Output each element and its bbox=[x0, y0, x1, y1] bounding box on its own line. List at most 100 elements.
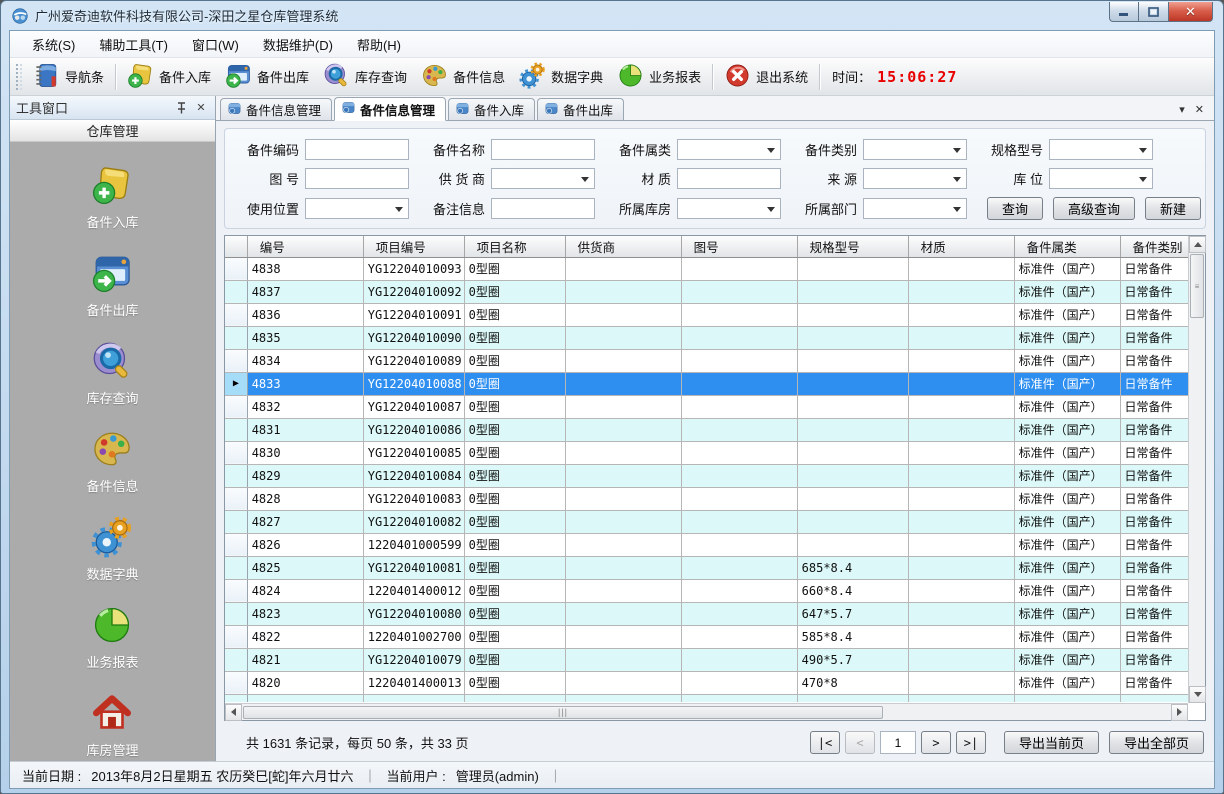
menu-item-5[interactable]: 帮助(H) bbox=[345, 31, 413, 58]
table-row[interactable]: 4835YG122040100900型圈标准件（国产）日常备件M bbox=[225, 326, 1188, 349]
field-combo[interactable] bbox=[677, 198, 781, 219]
sidebar-item-stock-query[interactable]: 库存查询 bbox=[86, 340, 138, 407]
field-combo[interactable] bbox=[1049, 168, 1153, 189]
column-header[interactable]: 图号 bbox=[681, 236, 797, 257]
table-row[interactable]: 4825YG122040100810型圈685*8.4标准件（国产）日常备件PC bbox=[225, 556, 1188, 579]
toolbar-button-report[interactable]: 业务报表 bbox=[610, 59, 708, 95]
row-selector[interactable]: ▶ bbox=[225, 372, 247, 395]
row-selector[interactable] bbox=[225, 464, 247, 487]
minimize-button[interactable] bbox=[1109, 2, 1139, 22]
horizontal-scrollbar[interactable]: ||| bbox=[225, 703, 1188, 720]
column-header[interactable]: 项目编号 bbox=[363, 236, 464, 257]
field-combo[interactable] bbox=[491, 168, 595, 189]
row-selector[interactable] bbox=[225, 257, 247, 280]
row-selector[interactable] bbox=[225, 326, 247, 349]
field-combo[interactable] bbox=[863, 168, 967, 189]
column-header[interactable]: 项目名称 bbox=[464, 236, 565, 257]
table-row[interactable]: 4834YG122040100890型圈标准件（国产）日常备件M bbox=[225, 349, 1188, 372]
row-selector[interactable] bbox=[225, 625, 247, 648]
row-selector[interactable] bbox=[225, 602, 247, 625]
row-selector[interactable] bbox=[225, 648, 247, 671]
row-selector[interactable] bbox=[225, 510, 247, 533]
row-selector[interactable] bbox=[225, 533, 247, 556]
row-selector[interactable] bbox=[225, 418, 247, 441]
tab-1[interactable]: 备件信息管理 bbox=[220, 98, 332, 120]
table-row[interactable]: 4838YG122040100930型圈标准件（国产）日常备件M bbox=[225, 257, 1188, 280]
field-combo[interactable] bbox=[863, 139, 967, 160]
column-header[interactable]: 备件属类 bbox=[1014, 236, 1120, 257]
table-row[interactable]: 4830YG122040100850型圈标准件（国产）日常备件M bbox=[225, 441, 1188, 464]
export-all-pages-button[interactable]: 导出全部页 bbox=[1109, 731, 1204, 754]
vertical-scrollbar[interactable]: ≡ bbox=[1188, 236, 1205, 703]
toolbar-button-parts-in[interactable]: 备件入库 bbox=[120, 59, 218, 95]
vertical-scroll-thumb[interactable]: ≡ bbox=[1190, 254, 1204, 318]
row-selector[interactable] bbox=[225, 487, 247, 510]
menu-item-2[interactable]: 辅助工具(T) bbox=[87, 31, 180, 58]
column-header[interactable]: 编号 bbox=[247, 236, 363, 257]
row-selector[interactable] bbox=[225, 579, 247, 602]
row-selector[interactable] bbox=[225, 303, 247, 326]
pin-icon[interactable] bbox=[173, 100, 189, 116]
scroll-up-icon[interactable] bbox=[1189, 236, 1206, 253]
toolbar-grip[interactable] bbox=[16, 64, 22, 90]
tab-list-dropdown-icon[interactable]: ▾ bbox=[1179, 103, 1185, 116]
table-row[interactable]: 4821YG122040100790型圈490*5.7标准件（国产）日常备件PC bbox=[225, 648, 1188, 671]
row-selector[interactable] bbox=[225, 671, 247, 694]
tab-close-icon[interactable]: ✕ bbox=[1195, 103, 1204, 116]
toolbar-button-exit[interactable]: 退出系统 bbox=[717, 59, 815, 95]
field-input[interactable] bbox=[305, 139, 409, 160]
query-button[interactable]: 查询 bbox=[987, 197, 1043, 220]
menu-item-1[interactable]: 系统(S) bbox=[20, 31, 87, 58]
field-combo[interactable] bbox=[677, 139, 781, 160]
table-row[interactable]: 482012204014000130型圈470*8标准件（国产）日常备件PC bbox=[225, 671, 1188, 694]
table-row[interactable]: 482612204010005990型圈标准件（国产）日常备件M bbox=[225, 533, 1188, 556]
field-combo[interactable] bbox=[1049, 139, 1153, 160]
tab-3[interactable]: 备件入库 bbox=[448, 98, 535, 120]
toolbar-button-data-dict[interactable]: 数据字典 bbox=[512, 59, 610, 95]
toolbar-button-parts-info[interactable]: 备件信息 bbox=[414, 59, 512, 95]
tab-4[interactable]: 备件出库 bbox=[537, 98, 624, 120]
column-header[interactable]: 备件类别 bbox=[1120, 236, 1188, 257]
table-row[interactable]: 4836YG122040100910型圈标准件（国产）日常备件M bbox=[225, 303, 1188, 326]
field-input[interactable] bbox=[677, 168, 781, 189]
last-page-button[interactable]: >| bbox=[956, 731, 986, 754]
next-page-button[interactable]: > bbox=[921, 731, 951, 754]
first-page-button[interactable]: |< bbox=[810, 731, 840, 754]
table-row[interactable]: 482212204010027000型圈585*8.4标准件（国产）日常备件PC bbox=[225, 625, 1188, 648]
column-header[interactable]: 材质 bbox=[908, 236, 1014, 257]
sidebar-item-warehouse[interactable]: 库房管理 bbox=[86, 692, 138, 759]
sidebar-item-data-dict[interactable]: 数据字典 bbox=[86, 516, 138, 583]
row-selector[interactable] bbox=[225, 280, 247, 303]
field-combo[interactable] bbox=[305, 198, 409, 219]
field-input[interactable] bbox=[491, 139, 595, 160]
horizontal-scroll-thumb[interactable]: ||| bbox=[243, 706, 883, 719]
new-button[interactable]: 新建 bbox=[1145, 197, 1201, 220]
row-selector[interactable] bbox=[225, 556, 247, 579]
table-row[interactable]: 4837YG122040100920型圈标准件（国产）日常备件M bbox=[225, 280, 1188, 303]
table-row[interactable]: 4823YG122040100800型圈647*5.7标准件（国产）日常备件PC bbox=[225, 602, 1188, 625]
table-row[interactable]: 4829YG122040100840型圈标准件（国产）日常备件M bbox=[225, 464, 1188, 487]
row-selector[interactable] bbox=[225, 395, 247, 418]
toolbar-button-parts-out[interactable]: 备件出库 bbox=[218, 59, 316, 95]
column-header[interactable]: 规格型号 bbox=[797, 236, 908, 257]
advanced-query-button[interactable]: 高级查询 bbox=[1053, 197, 1135, 220]
column-header[interactable]: 供货商 bbox=[565, 236, 681, 257]
scroll-left-icon[interactable] bbox=[225, 704, 242, 721]
table-row[interactable]: 4828YG122040100830型圈标准件（国产）日常备件M bbox=[225, 487, 1188, 510]
export-current-page-button[interactable]: 导出当前页 bbox=[1004, 731, 1099, 754]
scroll-right-icon[interactable] bbox=[1171, 704, 1188, 721]
toolbar-button-stock-query[interactable]: 库存查询 bbox=[316, 59, 414, 95]
prev-page-button[interactable]: < bbox=[845, 731, 875, 754]
sidebar-item-parts-info[interactable]: 备件信息 bbox=[86, 428, 138, 495]
table-row[interactable]: 4831YG122040100860型圈标准件（国产）日常备件M bbox=[225, 418, 1188, 441]
scroll-down-icon[interactable] bbox=[1189, 686, 1206, 703]
row-selector[interactable] bbox=[225, 441, 247, 464]
restore-button[interactable] bbox=[1139, 2, 1169, 22]
sidebar-item-report[interactable]: 业务报表 bbox=[86, 604, 138, 671]
sidebar-item-parts-out[interactable]: 备件出库 bbox=[86, 252, 138, 319]
field-input[interactable] bbox=[491, 198, 595, 219]
menu-item-3[interactable]: 窗口(W) bbox=[180, 31, 251, 58]
table-row[interactable]: 4832YG122040100870型圈标准件（国产）日常备件M bbox=[225, 395, 1188, 418]
tab-2[interactable]: 备件信息管理 bbox=[334, 97, 446, 121]
toolbar-button-navigator[interactable]: 导航条 bbox=[26, 59, 111, 95]
